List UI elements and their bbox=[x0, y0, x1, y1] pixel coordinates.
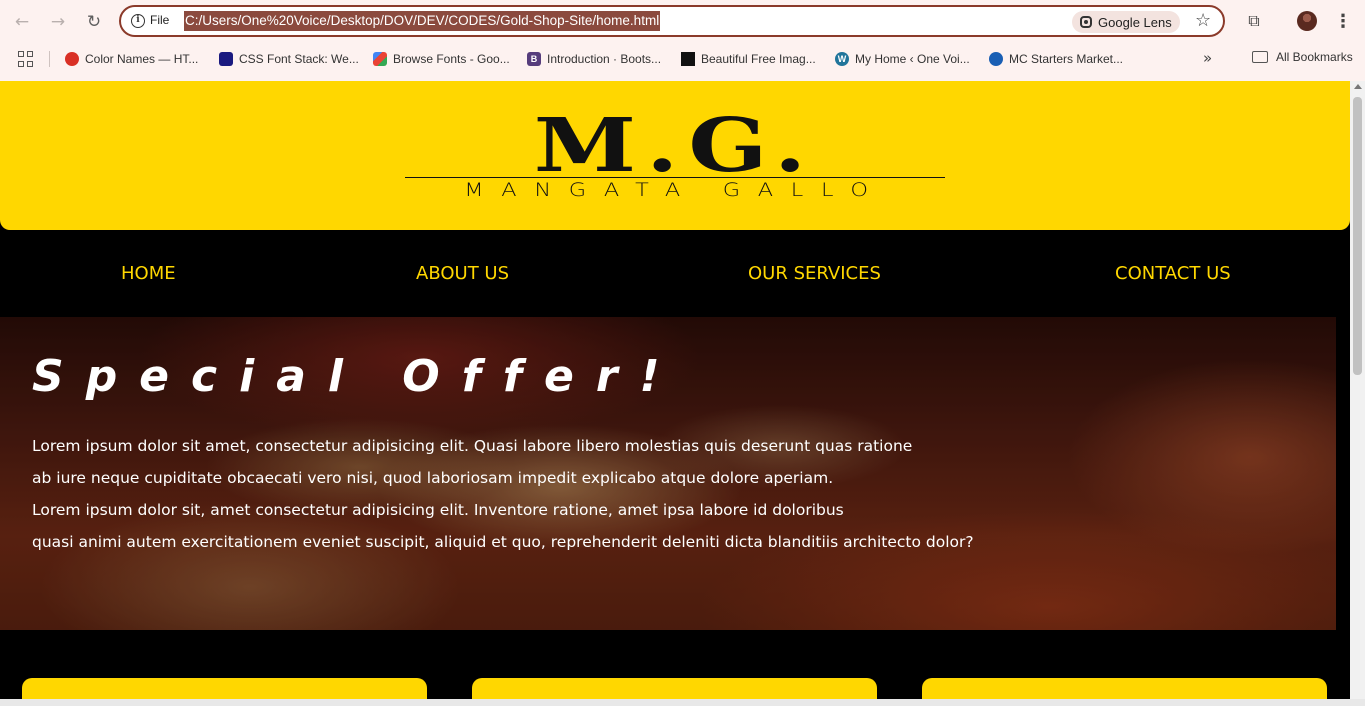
arrow-right-icon: → bbox=[50, 12, 66, 32]
bookmark-item[interactable]: B Introduction · Boots... bbox=[527, 50, 661, 68]
bookmark-star-icon[interactable]: ☆ bbox=[1195, 10, 1211, 31]
bookmark-item[interactable]: Color Names — HT... bbox=[65, 50, 198, 68]
site-header: M.G. MANGATA GALLO bbox=[0, 81, 1350, 230]
more-bookmarks-chevron-icon[interactable]: » bbox=[1203, 49, 1212, 67]
bookmark-label: Browse Fonts - Goo... bbox=[393, 52, 510, 66]
logo-monogram: M.G. bbox=[533, 103, 817, 189]
bookmarks-divider bbox=[49, 51, 50, 67]
bookmark-item[interactable]: MC Starters Market... bbox=[989, 50, 1123, 68]
back-button[interactable]: ← bbox=[10, 10, 34, 34]
folder-icon bbox=[1252, 51, 1268, 63]
scrollbar-thumb[interactable] bbox=[1353, 97, 1362, 375]
bookmark-label: My Home ‹ One Voi... bbox=[855, 52, 970, 66]
os-taskbar-edge bbox=[0, 699, 1365, 706]
apps-grid-icon[interactable] bbox=[18, 51, 34, 67]
puzzle-icon: ⧉ bbox=[1248, 11, 1260, 30]
bookmark-item[interactable]: Browse Fonts - Goo... bbox=[373, 50, 510, 68]
wordpress-favicon: W bbox=[835, 52, 849, 66]
bookmark-label: Beautiful Free Imag... bbox=[701, 52, 816, 66]
css-font-stack-favicon bbox=[219, 52, 233, 66]
page-viewport: M.G. MANGATA GALLO HOME ABOUT US OUR SER… bbox=[0, 81, 1350, 706]
profile-avatar[interactable] bbox=[1297, 11, 1317, 31]
browser-chrome: ← → ↻ i File C:/Users/One%20Voice/Deskto… bbox=[0, 0, 1365, 81]
nav-about-us[interactable]: ABOUT US bbox=[416, 263, 509, 284]
hero-text-line: Lorem ipsum dolor sit, amet consectetur … bbox=[32, 501, 844, 519]
bookmark-item[interactable]: Beautiful Free Imag... bbox=[681, 50, 816, 68]
bookmarks-bar: Color Names — HT... CSS Font Stack: We..… bbox=[0, 44, 1365, 74]
site-info-label[interactable]: File bbox=[150, 13, 169, 27]
scroll-up-arrow-icon[interactable] bbox=[1354, 84, 1362, 89]
bookmark-label: Introduction · Boots... bbox=[547, 52, 662, 66]
bookmark-item[interactable]: W My Home ‹ One Voi... bbox=[835, 50, 970, 68]
all-bookmarks-button[interactable]: All Bookmarks bbox=[1252, 50, 1353, 64]
arrow-left-icon: ← bbox=[14, 12, 30, 32]
bookmark-label: CSS Font Stack: We... bbox=[239, 52, 359, 66]
page-scrollbar[interactable] bbox=[1350, 81, 1365, 706]
bookmark-label: MC Starters Market... bbox=[1009, 52, 1124, 66]
google-lens-button[interactable]: Google Lens bbox=[1072, 11, 1180, 33]
mc-favicon bbox=[989, 52, 1003, 66]
logo-divider bbox=[405, 177, 945, 178]
google-lens-label: Google Lens bbox=[1098, 14, 1172, 30]
bookmark-item[interactable]: CSS Font Stack: We... bbox=[219, 50, 359, 68]
nav-our-services[interactable]: OUR SERVICES bbox=[748, 263, 881, 284]
address-bar[interactable]: i File C:/Users/One%20Voice/Desktop/DOV/… bbox=[119, 5, 1225, 37]
forward-button[interactable]: → bbox=[46, 10, 70, 34]
google-fonts-favicon bbox=[373, 52, 387, 66]
nav-contact-us[interactable]: CONTACT US bbox=[1115, 263, 1231, 284]
color-names-favicon bbox=[65, 52, 79, 66]
reload-icon: ↻ bbox=[86, 12, 102, 32]
browser-toolbar: ← → ↻ i File C:/Users/One%20Voice/Deskto… bbox=[0, 0, 1365, 44]
hero-text-line: quasi animi autem exercitationem eveniet… bbox=[32, 533, 974, 551]
main-nav: HOME ABOUT US OUR SERVICES CONTACT US bbox=[0, 230, 1350, 317]
bootstrap-favicon: B bbox=[527, 52, 541, 66]
url-text[interactable]: C:/Users/One%20Voice/Desktop/DOV/DEV/COD… bbox=[184, 11, 661, 31]
site-logo[interactable]: M.G. MANGATA GALLO bbox=[405, 109, 945, 205]
extensions-button[interactable]: ⧉ bbox=[1243, 10, 1265, 32]
hero-text-line: ab iure neque cupiditate obcaecati vero … bbox=[32, 469, 834, 487]
hero-text-line: Lorem ipsum dolor sit amet, consectetur … bbox=[32, 437, 913, 455]
hero-banner: Special Offer! Lorem ipsum dolor sit ame… bbox=[0, 317, 1336, 630]
browser-menu-button[interactable]: ⋮ bbox=[1334, 10, 1352, 32]
unsplash-favicon bbox=[681, 52, 695, 66]
bookmark-label: Color Names — HT... bbox=[85, 52, 199, 66]
site-info-icon[interactable]: i bbox=[131, 14, 145, 28]
google-lens-icon bbox=[1080, 16, 1092, 28]
kebab-menu-icon: ⋮ bbox=[1334, 10, 1352, 32]
logo-wordmark: MANGATA GALLO bbox=[464, 179, 886, 201]
nav-home[interactable]: HOME bbox=[121, 263, 176, 284]
hero-title: Special Offer! bbox=[32, 351, 682, 402]
hero-description: Lorem ipsum dolor sit amet, consectetur … bbox=[32, 430, 1032, 558]
all-bookmarks-label: All Bookmarks bbox=[1276, 50, 1353, 64]
reload-button[interactable]: ↻ bbox=[82, 10, 106, 34]
